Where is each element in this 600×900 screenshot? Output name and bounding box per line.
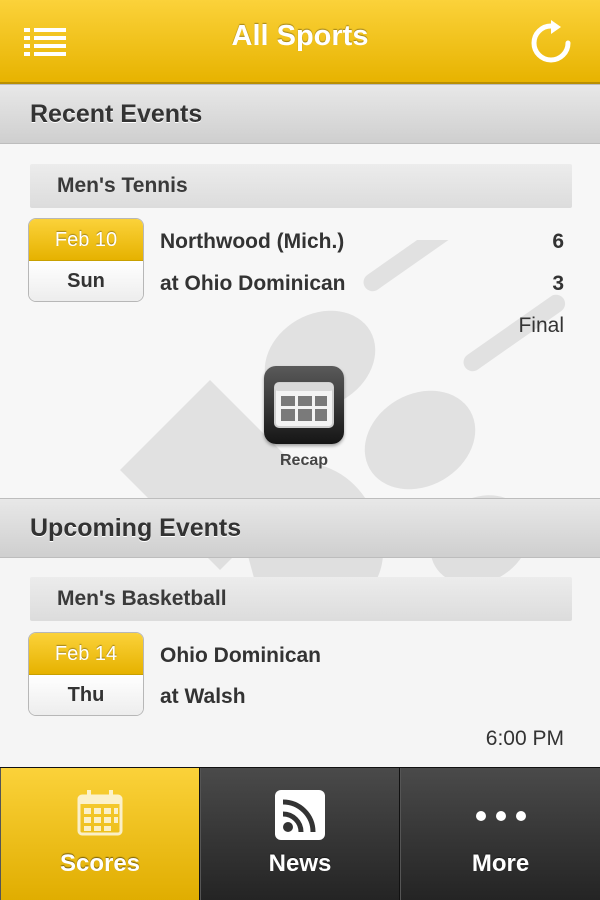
team-home: Ohio Dominican: [160, 644, 322, 667]
page-title: All Sports: [231, 20, 369, 52]
event-weekday: Thu: [29, 675, 143, 715]
rss-icon: [275, 790, 325, 840]
tab-more[interactable]: More: [400, 768, 600, 900]
tab-more-label: More: [471, 850, 530, 877]
event-month-day: Feb 10: [29, 219, 143, 261]
tab-scores[interactable]: Scores: [0, 768, 200, 900]
sport-bar-recent: Men's Tennis: [30, 164, 572, 208]
team-away: at Ohio Dominican: [160, 272, 346, 295]
tab-news[interactable]: News: [200, 768, 400, 900]
recap-button[interactable]: [264, 366, 344, 444]
team-home: Northwood (Mich.): [160, 230, 345, 253]
game-status: Final: [518, 314, 564, 337]
team-away-score: 3: [552, 272, 564, 295]
sport-name: Men's Tennis: [57, 174, 188, 197]
team-home-score: 6: [552, 230, 564, 253]
upcoming-events-title: Upcoming Events: [30, 514, 242, 542]
bottom-tab-bar: Scores News More: [0, 767, 600, 900]
game-time: 6:00 PM: [485, 727, 564, 750]
event-date-upcoming: Feb 14 Thu: [28, 632, 144, 716]
team-away: at Walsh: [160, 685, 246, 708]
event-month-day: Feb 14: [29, 633, 143, 675]
app-header: All Sports: [0, 0, 600, 84]
sport-name: Men's Basketball: [57, 587, 227, 610]
upcoming-events-header: Upcoming Events: [0, 498, 600, 558]
recap-document-icon: [274, 382, 334, 428]
calendar-icon: [77, 790, 123, 836]
refresh-icon[interactable]: [528, 20, 574, 66]
more-dots-icon: [475, 811, 526, 821]
tab-news-label: News: [268, 850, 332, 877]
event-date-recent: Feb 10 Sun: [28, 218, 144, 302]
recent-events-title: Recent Events: [30, 100, 203, 128]
event-weekday: Sun: [29, 261, 143, 301]
recent-events-header: Recent Events: [0, 84, 600, 144]
recap-label: Recap: [279, 452, 329, 469]
tab-scores-label: Scores: [59, 850, 141, 877]
sport-bar-upcoming: Men's Basketball: [30, 577, 572, 621]
